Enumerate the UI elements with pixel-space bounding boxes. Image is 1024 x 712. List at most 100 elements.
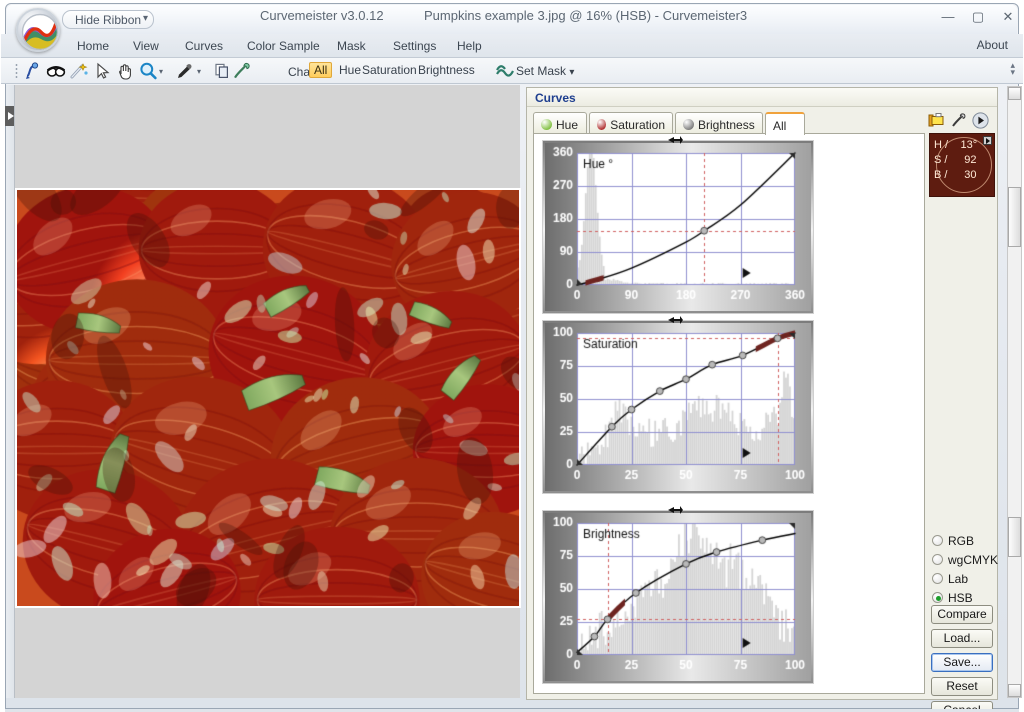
hue-drag-handle-icon[interactable] [666,134,684,144]
radio-label: Lab [948,571,969,586]
curves-tab-tools [928,112,989,132]
toolbar-overflow-icon[interactable]: ▴ ▾ [1010,61,1015,77]
mask-icon[interactable] [495,62,515,82]
set-mask-button[interactable]: Set Mask ▾ [516,64,574,78]
brightness-readout: B / 30 [934,169,977,181]
readout-expand-button[interactable] [983,136,992,145]
hide-ribbon-label: Hide Ribbon [75,13,142,27]
copy-icon[interactable] [212,61,232,81]
tab-label: Brightness [698,117,755,132]
about-link[interactable]: About [977,38,1008,52]
menu-item-help[interactable]: Help [451,38,488,54]
toolbar-grip[interactable] [15,63,18,79]
set-mask-chevron-down-icon: ▾ [569,67,575,78]
toolbar: ▾ ▾ Chan: AllHueSaturationBrightness [1,58,1023,84]
menu-item-settings[interactable]: Settings [387,38,442,54]
pipette-tool-icon[interactable] [231,61,251,81]
scroll-thumb[interactable] [1008,187,1021,247]
brightness-readout-label: B / [934,169,948,181]
color-mode-radio-group: RGB wgCMYK Lab HSB [932,533,998,609]
curves-panel-title: Curves [527,88,997,107]
curvemeister-logo-icon[interactable] [16,8,60,52]
brightness-drag-handle-icon[interactable] [666,504,684,514]
saturation-readout-label: S / [934,154,948,166]
wrench-icon[interactable] [951,113,966,131]
saturation-curve-chart[interactable] [542,316,814,494]
tab-brightness-sphere-icon [683,119,694,130]
compare-button[interactable]: Compare [931,605,993,624]
radio-label: wgCMYK [948,552,999,567]
radio-button-icon[interactable] [932,592,943,603]
radio-button-icon[interactable] [932,554,943,565]
saturation-readout: S / 92 [934,154,977,166]
hue-curve-chart[interactable] [542,136,814,314]
curve-tool-icon[interactable] [23,61,43,81]
brightness-curve-chart[interactable] [542,506,814,684]
saturation-readout-value: 92 [964,154,977,166]
brightness-chart-inner [545,513,813,683]
radio-button-icon[interactable] [932,573,943,584]
load-button[interactable]: Load... [931,629,993,648]
radio-label: RGB [948,533,975,548]
play-button-icon[interactable] [972,112,989,132]
maximize-button[interactable]: ▢ [970,10,986,24]
menu-item-mask[interactable]: Mask [331,38,372,54]
eyedropper-icon[interactable] [175,61,195,81]
set-mask-label: Set Mask [516,64,567,78]
application-window: Curvemeister v3.0.12 Pumpkins example 3.… [0,0,1024,712]
eyeglasses-icon[interactable] [46,61,66,81]
channel-button-saturation[interactable]: Saturation [357,62,422,78]
close-icon: ✕ [1002,9,1014,24]
tab-saturation-sphere-icon [597,119,607,130]
pumpkins-photo[interactable] [15,188,521,608]
hide-ribbon-chevron-down-icon[interactable]: ▾ [143,13,148,24]
eyedropper-dropdown-chevron-down-icon[interactable]: ▾ [197,67,204,76]
radio-rgb[interactable]: RGB [932,533,998,548]
channel-button-brightness[interactable]: Brightness [413,62,480,78]
image-canvas-area[interactable] [14,85,521,698]
saturation-drag-handle-icon[interactable] [666,314,684,324]
radio-wgcmyk[interactable]: wgCMYK [932,552,998,567]
tab-brightness[interactable]: Brightness [675,112,763,133]
minimize-icon: — [941,9,955,24]
menu-item-home[interactable]: Home [71,38,115,54]
zoom-dropdown-chevron-down-icon[interactable]: ▾ [159,67,166,76]
arrow-pointer-icon[interactable] [92,61,112,81]
tab-saturation[interactable]: Saturation [589,112,673,133]
scroll-up-button[interactable] [1008,87,1021,100]
tab-hue-sphere-icon [541,119,552,130]
tab-label: All [773,118,787,133]
tab-label: Hue [556,117,579,132]
tab-hue[interactable]: Hue [533,112,587,133]
reset-button[interactable]: Reset [931,677,993,696]
menu-item-color-sample[interactable]: Color Sample [241,38,326,54]
radio-label: HSB [948,590,973,605]
close-button[interactable]: ✕ [1000,10,1016,24]
radio-hsb[interactable]: HSB [932,590,998,605]
save-button[interactable]: Save... [931,653,993,672]
tab-all[interactable]: All [765,112,805,135]
hue-readout-label: H / [934,139,949,151]
radio-lab[interactable]: Lab [932,571,998,586]
hand-pan-icon[interactable] [115,61,135,81]
app-title: Curvemeister v3.0.12 [260,8,384,23]
scroll-down-button[interactable] [1008,684,1021,697]
menu-item-view[interactable]: View [127,38,165,54]
hsb-readout[interactable]: H / 13° S / 92 B / 30 [929,133,995,197]
new-folder-icon[interactable] [928,113,945,131]
document-title: Pumpkins example 3.jpg @ 16% (HSB) - Cur… [424,8,748,23]
curves-panel-scrollbar[interactable] [1007,86,1022,698]
minimize-button[interactable]: — [940,10,956,24]
scroll-thumb-secondary[interactable] [1008,517,1021,557]
curves-charts-container [533,133,925,694]
channel-button-all[interactable]: All [309,62,333,78]
saturation-chart-inner [545,323,813,493]
hue-chart-inner [545,143,813,313]
hide-ribbon-button[interactable]: Hide Ribbon [62,10,155,29]
menu-item-curves[interactable]: Curves [179,38,229,54]
zoom-magnifier-icon[interactable] [138,61,158,81]
magic-wand-icon[interactable] [69,61,89,81]
hue-readout: H / 13° [934,139,977,151]
radio-button-icon[interactable] [932,535,943,546]
window-controls: — ▢ ✕ [940,10,1016,24]
